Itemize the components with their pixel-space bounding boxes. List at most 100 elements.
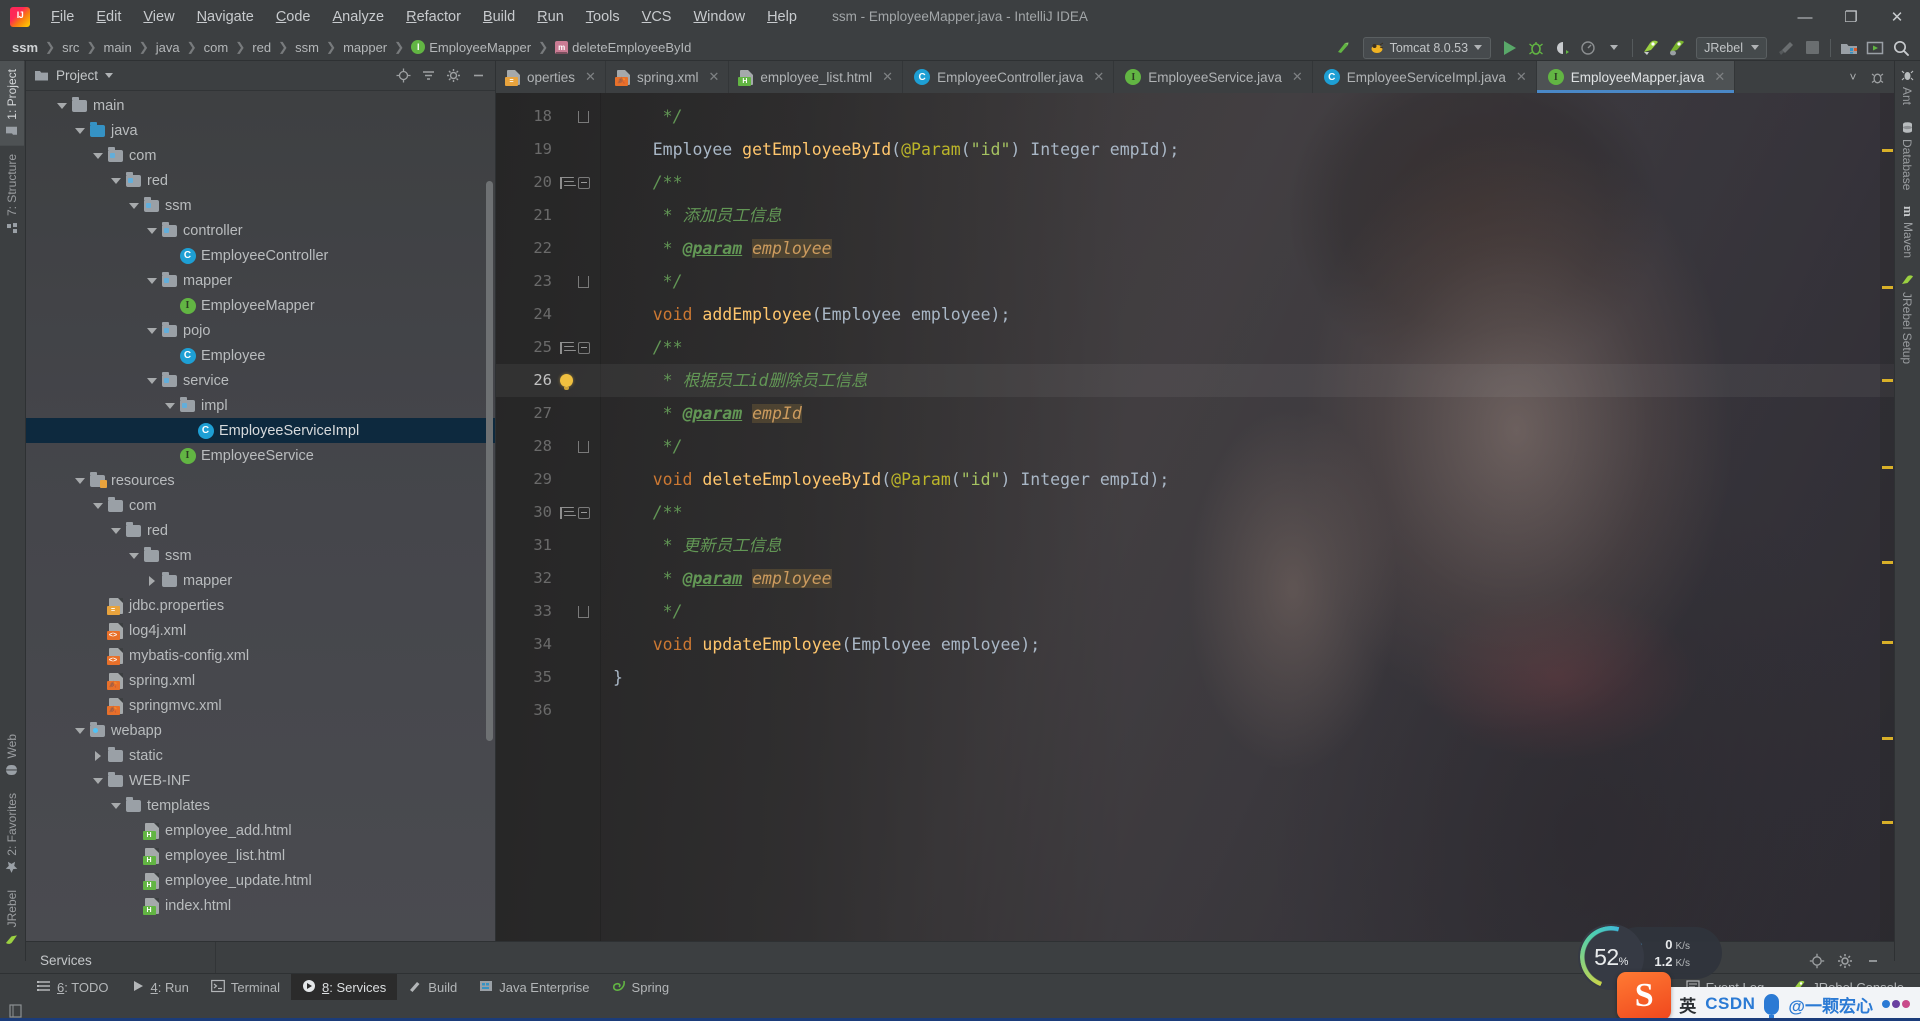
chevron-down-icon[interactable]	[162, 402, 178, 409]
code-text[interactable]: Employee getEmployeeById(@Param("id") In…	[601, 133, 1180, 166]
stripe-button-jrebel-setup[interactable]: JRebel Setup	[1895, 266, 1919, 372]
close-tab-icon[interactable]: ✕	[882, 69, 893, 85]
annotation-marker-icon[interactable]	[560, 341, 576, 354]
stripe-button-jrebel[interactable]: JRebel	[0, 882, 24, 953]
tree-folder-red[interactable]: red	[26, 518, 495, 543]
tree-file-mybatis-config-xml[interactable]: <> mybatis-config.xml	[26, 643, 495, 668]
code-text[interactable]: * @param employee	[601, 562, 832, 595]
tree-folder-templates[interactable]: templates	[26, 793, 495, 818]
fold-collapse-icon[interactable]	[578, 176, 590, 189]
code-line-19[interactable]: 19 Employee getEmployeeById(@Param("id")…	[496, 133, 1894, 166]
code-text[interactable]: * @param empId	[601, 397, 802, 430]
tree-folder-red[interactable]: red	[26, 168, 495, 193]
code-text[interactable]: */	[601, 100, 683, 133]
code-text[interactable]: */	[601, 265, 683, 298]
chevron-down-icon[interactable]	[54, 102, 70, 109]
chevron-down-icon[interactable]	[1474, 45, 1483, 50]
code-text[interactable]: void deleteEmployeeById(@Param("id") Int…	[601, 463, 1170, 496]
fold-end-icon[interactable]	[578, 110, 589, 123]
stripe-button-7-structure[interactable]: 7: Structure	[0, 146, 24, 242]
ime-language-indicator[interactable]: 英	[1679, 992, 1696, 1017]
tree-file-employeeservice[interactable]: I EmployeeService	[26, 443, 495, 468]
code-text[interactable]: * 添加员工信息	[601, 199, 782, 232]
code-line-20[interactable]: 20 /**	[496, 166, 1894, 199]
tree-folder-main[interactable]: main	[26, 93, 495, 118]
breadcrumb-item-src[interactable]: src	[58, 38, 83, 57]
code-line-26[interactable]: 26 * 根据员工id删除员工信息	[496, 364, 1894, 397]
editor-tab-employee-list-html[interactable]: Hemployee_list.html ✕	[729, 61, 904, 93]
tree-file-log4j-xml[interactable]: <> log4j.xml	[26, 618, 495, 643]
code-text[interactable]: * 根据员工id删除员工信息	[601, 364, 868, 397]
tree-folder-service[interactable]: service	[26, 368, 495, 393]
ime-toolbar[interactable]: S 英 CSDN @一颗宏心	[1617, 972, 1920, 1021]
editor-warning-marker[interactable]	[1882, 561, 1893, 564]
code-text[interactable]: * 更新员工信息	[601, 529, 782, 562]
tree-folder-impl[interactable]: impl	[26, 393, 495, 418]
breadcrumb-item-ssm[interactable]: ssm	[291, 38, 323, 57]
code-text[interactable]: /**	[601, 331, 683, 364]
menu-item-code[interactable]: Code	[265, 5, 322, 29]
tree-folder-com[interactable]: com	[26, 493, 495, 518]
tree-folder-com[interactable]: com	[26, 143, 495, 168]
chevron-down-icon[interactable]	[108, 177, 124, 184]
code-line-36[interactable]: 36	[496, 694, 1894, 727]
stripe-button-1-project[interactable]: 1: Project	[0, 61, 24, 146]
breadcrumb-item-com[interactable]: com	[200, 38, 233, 57]
chevron-down-icon[interactable]	[90, 502, 106, 509]
tree-folder-web-inf[interactable]: WEB-INF	[26, 768, 495, 793]
chevron-down-icon[interactable]: ˅	[1842, 64, 1864, 90]
ime-extra-icon[interactable]	[1882, 1000, 1910, 1008]
tree-folder-pojo[interactable]: pojo	[26, 318, 495, 343]
code-text[interactable]: */	[601, 595, 683, 628]
locate-icon[interactable]	[1804, 948, 1830, 974]
chevron-down-icon[interactable]	[72, 727, 88, 734]
breadcrumb-item-mapper[interactable]: mapper	[339, 38, 391, 57]
chevron-down-icon[interactable]	[144, 327, 160, 334]
code-line-22[interactable]: 22 * @param employee	[496, 232, 1894, 265]
menu-item-help[interactable]: Help	[756, 5, 808, 29]
run-with-coverage-button[interactable]	[1549, 36, 1575, 59]
tree-file-index-html[interactable]: Hindex.html	[26, 893, 495, 918]
stripe-button-database[interactable]: Database	[1895, 113, 1919, 198]
annotation-marker-icon[interactable]	[560, 176, 576, 189]
editor-tab-employeeserviceimpl-java[interactable]: C EmployeeServiceImpl.java ✕	[1313, 61, 1537, 93]
code-text[interactable]: void addEmployee(Employee employee);	[601, 298, 1011, 331]
editor-tab-employeeservice-java[interactable]: I EmployeeService.java ✕	[1114, 61, 1313, 93]
tree-file-employeecontroller[interactable]: C EmployeeController	[26, 243, 495, 268]
code-lines[interactable]: 17 * @return18 */19 Employee getEmployee…	[496, 61, 1894, 941]
gutter-markers[interactable]	[554, 176, 601, 189]
tree-folder-controller[interactable]: controller	[26, 218, 495, 243]
toolwindow-button-terminal[interactable]: Terminal	[200, 974, 291, 1001]
editor-warning-marker[interactable]	[1882, 149, 1893, 152]
fold-end-icon[interactable]	[578, 275, 589, 288]
code-editor[interactable]: 17 * @return18 */19 Employee getEmployee…	[496, 61, 1894, 941]
stripe-button-ant[interactable]: Ant	[1895, 61, 1919, 113]
chevron-down-icon[interactable]	[72, 127, 88, 134]
breadcrumb-item-ssm[interactable]: ssm	[8, 38, 42, 57]
tree-file-employeemapper[interactable]: I EmployeeMapper	[26, 293, 495, 318]
annotation-marker-icon[interactable]	[560, 506, 576, 519]
editor-warning-marker[interactable]	[1882, 379, 1893, 382]
tree-file-employee-list-html[interactable]: Hemployee_list.html	[26, 843, 495, 868]
tree-folder-static[interactable]: static	[26, 743, 495, 768]
tree-file-employeeserviceimpl[interactable]: C EmployeeServiceImpl	[26, 418, 495, 443]
editor-warning-marker[interactable]	[1882, 737, 1893, 740]
debug-button[interactable]	[1523, 36, 1549, 59]
gutter-markers[interactable]	[554, 341, 601, 354]
hammer-icon[interactable]	[1773, 36, 1799, 59]
fold-collapse-icon[interactable]	[578, 341, 590, 354]
toolwindow-button-build[interactable]: Build	[397, 974, 468, 1001]
chevron-down-icon[interactable]	[144, 377, 160, 384]
chevron-down-icon[interactable]	[90, 152, 106, 159]
code-line-29[interactable]: 29 void deleteEmployeeById(@Param("id") …	[496, 463, 1894, 496]
code-line-21[interactable]: 21 * 添加员工信息	[496, 199, 1894, 232]
close-tab-icon[interactable]: ✕	[1292, 69, 1303, 85]
code-line-34[interactable]: 34 void updateEmployee(Employee employee…	[496, 628, 1894, 661]
close-tab-icon[interactable]: ✕	[585, 69, 596, 85]
toolwindow-button-spring[interactable]: Spring	[601, 974, 681, 1001]
chevron-down-icon[interactable]	[144, 277, 160, 284]
debug-icon[interactable]	[1866, 64, 1888, 90]
chevron-down-icon[interactable]	[108, 527, 124, 534]
menu-item-navigate[interactable]: Navigate	[186, 5, 265, 29]
chevron-down-icon[interactable]	[105, 73, 114, 78]
